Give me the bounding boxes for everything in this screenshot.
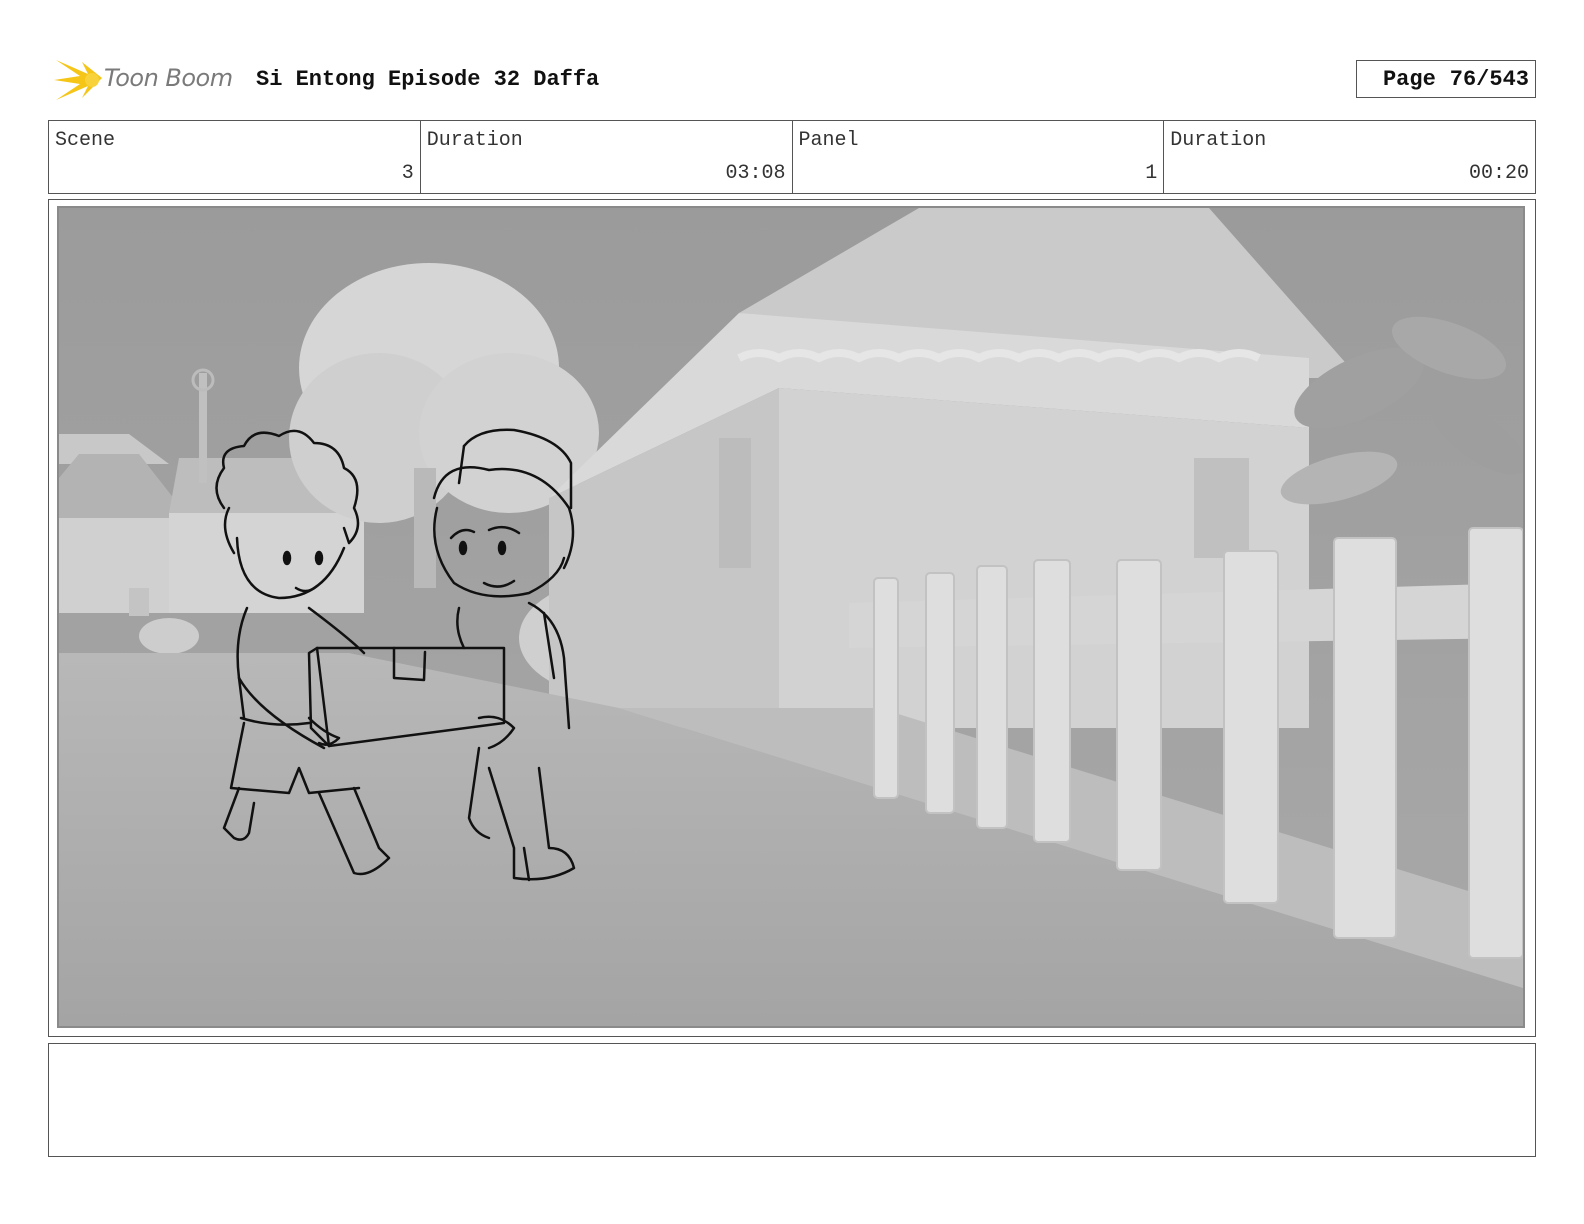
page-number: 76/543	[1449, 66, 1529, 92]
storyboard-panel-image	[57, 206, 1525, 1028]
panel-frame	[48, 199, 1536, 1037]
scene-value: 3	[401, 162, 414, 185]
panel-value: 1	[1145, 162, 1158, 185]
page-label: Page	[1382, 66, 1436, 92]
logo-text: Toon Boom	[104, 64, 233, 92]
notes-box	[48, 1043, 1536, 1157]
page-indicator: Page 76/543	[1356, 60, 1536, 98]
panel-duration-cell: Duration 00:20	[1164, 121, 1535, 193]
scene-label: Scene	[55, 129, 116, 152]
panel-duration-label: Duration	[1170, 129, 1267, 152]
bush-small	[139, 618, 199, 654]
scene-duration-cell: Duration 03:08	[421, 121, 793, 193]
panel-cell: Panel 1	[793, 121, 1165, 193]
scene-info-table: Scene 3 Duration 03:08 Panel 1 Duration …	[48, 120, 1536, 194]
panel-duration-value: 00:20	[1468, 162, 1529, 185]
scene-duration-label: Duration	[426, 129, 523, 152]
panel-label: Panel	[798, 129, 859, 152]
toon-boom-logo: Toon Boom	[52, 56, 244, 104]
scene-duration-value: 03:08	[725, 162, 786, 185]
panel-drawing	[59, 208, 1523, 1026]
scene-cell: Scene 3	[49, 121, 421, 193]
storyboard-header: Toon Boom Si Entong Episode 32 Daffa Pag…	[52, 56, 1536, 104]
toon-boom-starburst-icon	[54, 60, 102, 100]
document-title: Si Entong Episode 32 Daffa	[256, 67, 600, 92]
